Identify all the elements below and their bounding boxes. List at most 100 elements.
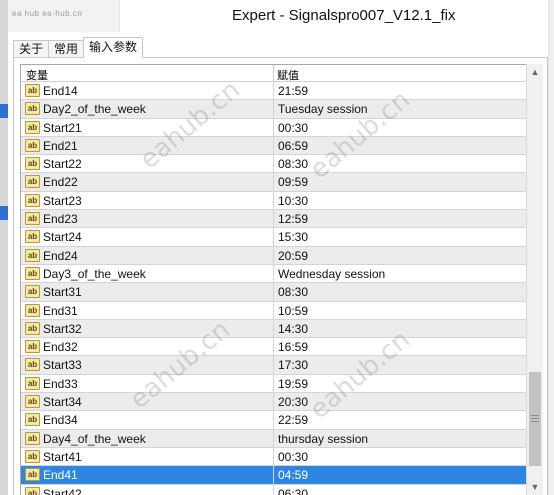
- table-row[interactable]: ab Start42 06:30: [21, 484, 526, 495]
- table-row[interactable]: ab End21 06:59: [21, 136, 526, 156]
- string-type-icon: ab: [25, 175, 40, 189]
- variable-name: Start21: [43, 120, 82, 135]
- variable-value[interactable]: 20:30: [278, 395, 308, 409]
- table-row[interactable]: ab End14 21:59: [21, 82, 526, 101]
- table-row[interactable]: ab Start21 00:30: [21, 118, 526, 137]
- string-type-icon: ab: [25, 358, 40, 372]
- variable-value[interactable]: 20:59: [278, 249, 308, 263]
- variable-value[interactable]: 00:30: [278, 121, 308, 135]
- string-type-icon: ab: [25, 230, 40, 244]
- table-row[interactable]: ab Start41 00:30: [21, 447, 526, 467]
- table-row[interactable]: ab Start24 15:30: [21, 228, 526, 247]
- variable-value[interactable]: 12:59: [278, 212, 308, 226]
- variable-value[interactable]: 21:59: [278, 84, 308, 98]
- variable-name: Start23: [43, 193, 82, 208]
- table-row[interactable]: ab End41 04:59: [21, 466, 526, 485]
- variable-value[interactable]: 17:30: [278, 358, 308, 372]
- table-row[interactable]: ab Start34 20:30: [21, 393, 526, 412]
- variable-value[interactable]: 19:59: [278, 377, 308, 391]
- variable-value[interactable]: 06:30: [278, 487, 308, 495]
- title-bar[interactable]: ea hub ea-hub.cn Expert - Signalspro007_…: [8, 0, 548, 32]
- table-row[interactable]: ab Start31 08:30: [21, 283, 526, 302]
- variable-name: Start41: [43, 449, 82, 464]
- variable-value[interactable]: Tuesday session: [278, 102, 368, 116]
- variable-value[interactable]: 09:59: [278, 175, 308, 189]
- column-divider: [273, 136, 274, 155]
- table-row[interactable]: ab Day3_of_the_week Wednesday session: [21, 264, 526, 284]
- window-title: Expert - Signalspro007_V12.1_fix: [232, 7, 456, 24]
- tab-inputs[interactable]: 输入参数: [83, 37, 144, 58]
- background-window-accent: [0, 206, 8, 220]
- tab-common[interactable]: 常用: [48, 40, 85, 58]
- string-type-icon: ab: [25, 431, 40, 445]
- table-row[interactable]: ab Start22 08:30: [21, 155, 526, 174]
- variable-name: End32: [43, 340, 78, 355]
- column-divider: [273, 301, 274, 319]
- background-caption: ea hub ea-hub.cn: [12, 9, 83, 18]
- tab-strip: 关于 常用 输入参数: [13, 37, 144, 58]
- scrollbar-thumb[interactable]: [529, 372, 541, 466]
- table-row[interactable]: ab End24 20:59: [21, 246, 526, 265]
- variable-name: End33: [43, 376, 78, 391]
- string-type-icon: ab: [25, 395, 40, 409]
- table-row[interactable]: ab Start32 14:30: [21, 319, 526, 339]
- variable-name: End23: [43, 212, 78, 227]
- scroll-down-arrow-icon[interactable]: ▼: [527, 479, 543, 495]
- string-type-icon: ab: [25, 102, 40, 116]
- table-row[interactable]: ab End22 09:59: [21, 173, 526, 192]
- variable-value[interactable]: 22:59: [278, 413, 308, 427]
- column-divider: [273, 429, 274, 447]
- variable-name: Start33: [43, 358, 82, 373]
- table-row[interactable]: ab End33 19:59: [21, 374, 526, 394]
- column-divider: [273, 338, 274, 356]
- variable-name: End22: [43, 175, 78, 190]
- string-type-icon: ab: [25, 193, 40, 207]
- column-divider: [273, 246, 274, 264]
- header-variable[interactable]: 变量: [26, 67, 48, 83]
- vertical-scrollbar[interactable]: ▲ ▼: [526, 64, 543, 495]
- string-type-icon: ab: [25, 285, 40, 299]
- table-row[interactable]: ab End31 10:59: [21, 301, 526, 320]
- header-column-divider[interactable]: [273, 65, 274, 82]
- variable-name: End24: [43, 248, 78, 263]
- background-window-strip-right: [548, 0, 554, 495]
- variable-value[interactable]: 14:30: [278, 322, 308, 336]
- background-window-accent: [0, 104, 8, 118]
- string-type-icon: ab: [25, 248, 40, 262]
- string-type-icon: ab: [25, 340, 40, 354]
- string-type-icon: ab: [25, 321, 40, 335]
- variable-value[interactable]: 00:30: [278, 450, 308, 464]
- variable-name: Start31: [43, 285, 82, 300]
- table-row[interactable]: ab Day2_of_the_week Tuesday session: [21, 100, 526, 119]
- variable-value[interactable]: 15:30: [278, 230, 308, 244]
- variable-value[interactable]: 04:59: [278, 468, 308, 482]
- variable-value[interactable]: 06:59: [278, 139, 308, 153]
- table-row[interactable]: ab Start23 10:30: [21, 191, 526, 211]
- variable-name: End14: [43, 84, 78, 98]
- column-divider: [273, 264, 274, 283]
- table-row[interactable]: ab End32 16:59: [21, 338, 526, 357]
- variable-value[interactable]: thursday session: [278, 432, 368, 446]
- table-header: 变量 赋值: [21, 65, 526, 82]
- table-row[interactable]: ab End34 22:59: [21, 411, 526, 430]
- variable-value[interactable]: 10:59: [278, 304, 308, 318]
- variable-value[interactable]: 16:59: [278, 340, 308, 354]
- string-type-icon: ab: [25, 376, 40, 390]
- variable-name: Start22: [43, 157, 82, 172]
- variable-value[interactable]: 08:30: [278, 157, 308, 171]
- variable-name: Start32: [43, 321, 82, 336]
- table-row[interactable]: ab Day4_of_the_week thursday session: [21, 429, 526, 448]
- column-divider: [273, 411, 274, 429]
- table-row[interactable]: ab Start33 17:30: [21, 356, 526, 375]
- tab-about[interactable]: 关于: [13, 40, 50, 58]
- header-value[interactable]: 赋值: [277, 67, 299, 83]
- variable-value[interactable]: 10:30: [278, 194, 308, 208]
- title-bar-left-segment: ea hub ea-hub.cn: [8, 0, 120, 32]
- scroll-up-arrow-icon[interactable]: ▲: [527, 64, 543, 80]
- variable-name: Start24: [43, 230, 82, 245]
- variable-value[interactable]: Wednesday session: [278, 267, 385, 281]
- table-row[interactable]: ab End23 12:59: [21, 210, 526, 229]
- variable-name: End41: [43, 468, 78, 483]
- variable-name: End34: [43, 413, 78, 428]
- variable-value[interactable]: 08:30: [278, 285, 308, 299]
